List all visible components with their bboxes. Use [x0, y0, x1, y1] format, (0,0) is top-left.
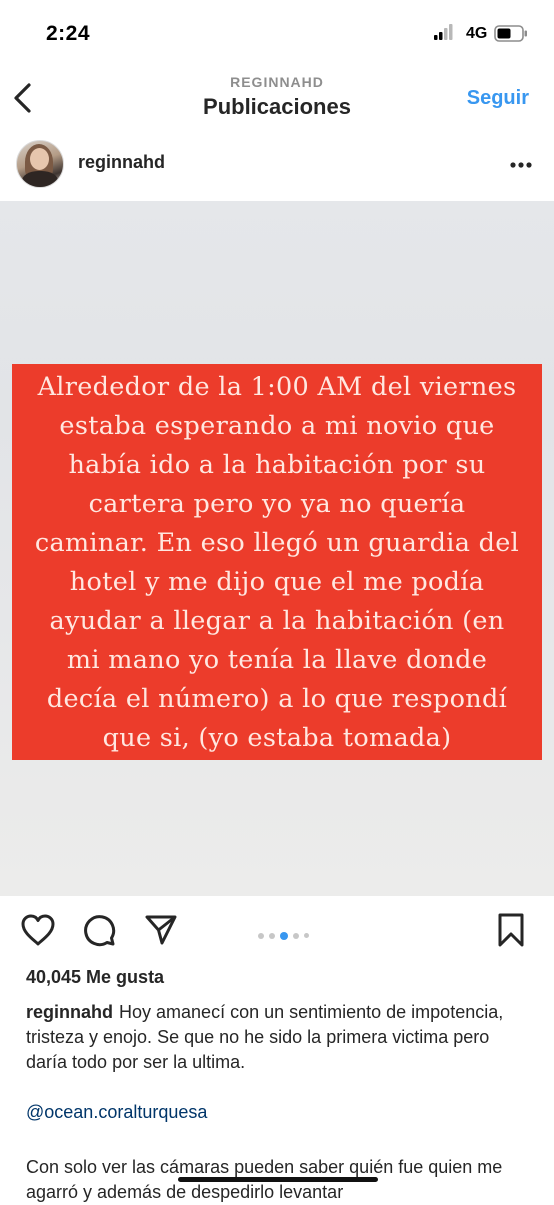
bookmark-icon[interactable] [496, 912, 526, 948]
follow-button[interactable]: Seguir [467, 87, 529, 110]
action-bar [0, 900, 554, 962]
nav-header: REGINNAHD Publicaciones Seguir [0, 66, 554, 130]
mention-link[interactable]: @ocean.coralturquesa [26, 1102, 207, 1123]
carousel-dot-active [280, 931, 288, 940]
carousel-indicator [258, 927, 314, 945]
network-type: 4G [466, 25, 488, 42]
likes-count[interactable]: 40,045 Me gusta [26, 967, 164, 988]
post-username[interactable]: reginnahd [78, 152, 165, 173]
scribble-mark [178, 1177, 378, 1182]
signal-icon [434, 24, 453, 40]
text-overlay-box: Alrededor de la 1:00 AM del viernes esta… [12, 364, 542, 760]
carousel-dot [304, 933, 309, 939]
carousel-dot [293, 932, 299, 939]
post-header: reginnahd [0, 132, 554, 200]
carousel-dot [258, 932, 264, 939]
avatar[interactable] [16, 140, 64, 188]
more-dots-icon[interactable] [510, 162, 532, 168]
share-icon[interactable] [144, 913, 178, 947]
comment-icon[interactable] [82, 913, 116, 947]
image-text: Alrededor de la 1:00 AM del viernes esta… [34, 372, 520, 753]
caption-username[interactable]: reginnahd [26, 1002, 113, 1022]
carousel-dot [269, 932, 275, 939]
post-image[interactable]: Alrededor de la 1:00 AM del viernes esta… [0, 201, 554, 896]
heart-icon[interactable] [20, 913, 56, 947]
battery-icon [494, 25, 527, 42]
caption: reginnahd Hoy amanecí con un sentimiento … [26, 1000, 531, 1075]
status-time: 2:24 [46, 22, 91, 45]
status-bar: 2:24 4G [0, 0, 554, 66]
